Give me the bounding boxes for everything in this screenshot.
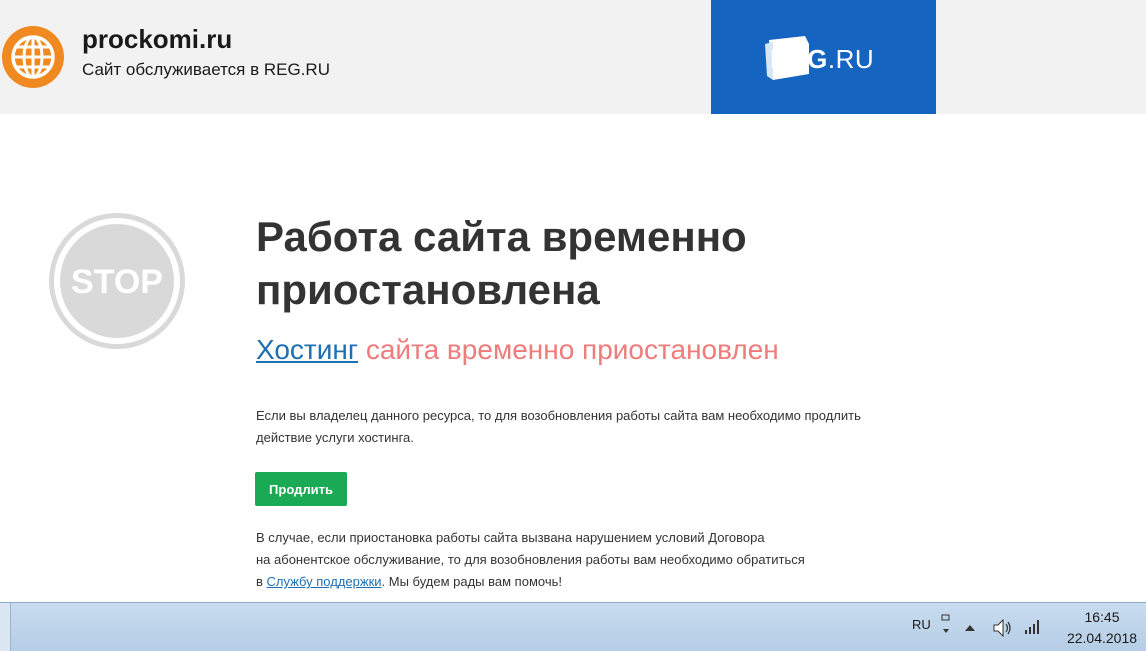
- clock-date[interactable]: 22.04.2018: [1062, 630, 1142, 646]
- renew-button[interactable]: Продлить: [255, 472, 347, 506]
- clock-time[interactable]: 16:45: [1062, 609, 1142, 625]
- support-link[interactable]: Службу поддержки: [267, 574, 382, 589]
- reg-logo-tld: RU: [835, 44, 875, 74]
- stop-sign-icon: STOP: [49, 213, 185, 349]
- language-indicator[interactable]: RU: [912, 617, 931, 632]
- page-title: Работа сайта временно приостановлена: [256, 213, 747, 313]
- support-instructions: В случае, если приостановка работы сайта…: [256, 527, 896, 593]
- owner-instructions: Если вы владелец данного ресурса, то для…: [256, 408, 861, 445]
- stop-label: STOP: [71, 263, 163, 301]
- windows-taskbar: RU 16:45 22.04.2018: [0, 602, 1146, 651]
- globe-icon: [2, 26, 64, 88]
- speaker-icon[interactable]: [993, 619, 1013, 637]
- keyboard-layout-icon[interactable]: [940, 613, 952, 637]
- reg-ru-logo-text: REG.RU: [770, 44, 874, 74]
- support-suffix: . Мы будем рады вам помочь!: [381, 574, 562, 589]
- site-name: prockomi.ru: [82, 24, 233, 54]
- start-edge[interactable]: [0, 603, 11, 651]
- hosting-link[interactable]: Хостинг: [256, 334, 358, 365]
- show-hidden-icons-icon[interactable]: [964, 623, 976, 633]
- support-line-1: В случае, если приостановка работы сайта…: [256, 530, 765, 545]
- page-subtitle: Хостинг сайта временно приостановлен: [256, 332, 779, 368]
- reg-logo-dot: .: [827, 44, 836, 74]
- site-hosting-note: Сайт обслуживается в REG.RU: [82, 60, 330, 79]
- support-prefix: в: [256, 574, 263, 589]
- network-signal-icon[interactable]: [1024, 619, 1042, 635]
- support-line-2: на абонентское обслуживание, то для возо…: [256, 552, 805, 567]
- site-header: prockomi.ru Сайт обслуживается в REG.RU …: [0, 0, 1146, 114]
- subtitle-text: сайта временно приостановлен: [365, 334, 779, 365]
- reg-logo-main: REG: [770, 44, 828, 74]
